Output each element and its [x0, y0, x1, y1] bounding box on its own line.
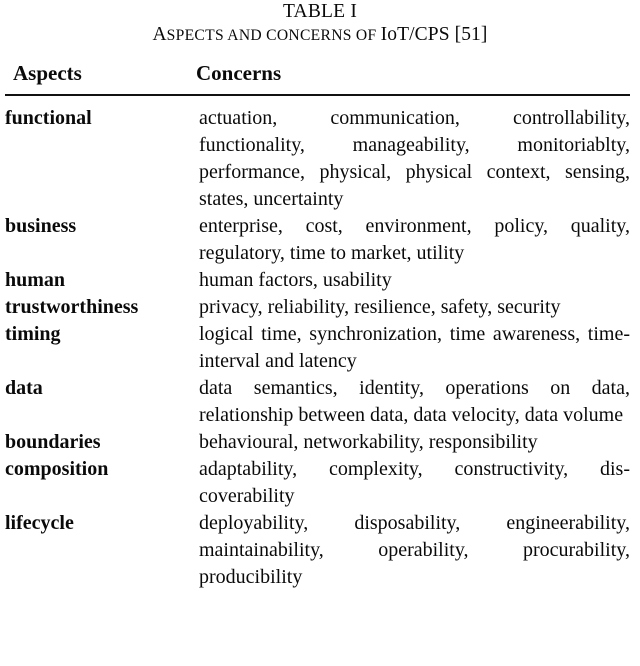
aspect-cell: boundaries — [5, 431, 101, 453]
table-number: TABLE I — [282, 1, 358, 22]
table-title-initial: A — [152, 24, 167, 45]
column-header-aspects: Aspects — [13, 61, 82, 85]
table-body: functional actuation, communication, con… — [5, 105, 630, 591]
concerns-cell: adaptability, complexity, constructivity… — [199, 456, 630, 510]
concerns-text: adaptability, complexity, constructivity… — [199, 458, 630, 507]
table-header-row: Aspects Concerns — [5, 60, 630, 94]
aspect-cell: composition — [5, 458, 109, 480]
table-row: human human factors, usability — [5, 267, 630, 294]
concerns-cell: privacy, reliability, resilience, safety… — [199, 294, 630, 321]
concerns-cell: actuation, communication, controllabilit… — [199, 105, 630, 213]
table-figure: TABLE I Aspects and concerns of IoT/CPS … — [0, 0, 640, 666]
table-row: functional actuation, communication, con… — [5, 105, 630, 213]
concerns-text: actuation, communication, controllabilit… — [199, 107, 630, 210]
aspect-cell: functional — [5, 107, 92, 129]
header-rule-gap — [5, 96, 630, 105]
concerns-text: behavioural, networkability, responsibil… — [199, 431, 538, 453]
concerns-text: human factors, usability — [199, 269, 392, 291]
table-row: business enterprise, cost, environment, … — [5, 213, 630, 267]
table-row: data data semantics, identity, operation… — [5, 375, 630, 429]
concerns-text: privacy, reliability, resilience, safety… — [199, 296, 561, 318]
table-row: boundaries behavioural, networkability, … — [5, 429, 630, 456]
concerns-text: enterprise, cost, environment, policy, q… — [199, 215, 630, 264]
concerns-text: data semantics, identity, operations on … — [199, 377, 630, 426]
concerns-cell: enterprise, cost, environment, policy, q… — [199, 213, 630, 267]
table-caption: TABLE I Aspects and concerns of IoT/CPS … — [0, 0, 640, 48]
aspect-cell: trustworthiness — [5, 296, 139, 318]
table-title: Aspects and concerns of IoT/CPS [51] — [0, 23, 640, 48]
concerns-cell: logical time, synchronization, time awar… — [199, 321, 630, 375]
concerns-cell: data semantics, identity, operations on … — [199, 375, 630, 429]
concerns-cell: behavioural, networkability, responsibil… — [199, 429, 630, 456]
aspect-cell: business — [5, 215, 77, 237]
aspect-cell: data — [5, 377, 43, 399]
concerns-cell: human factors, usability — [199, 267, 630, 294]
concerns-cell: deployability, disposability, engineerab… — [199, 510, 630, 591]
column-header-concerns: Concerns — [196, 61, 282, 85]
table-row: timing logical time, synchronization, ti… — [5, 321, 630, 375]
table-body-rows: functional actuation, communication, con… — [5, 105, 630, 591]
table-row: composition adaptability, complexity, co… — [5, 456, 630, 510]
aspects-concerns-table: Aspects Concerns functional actuation, c… — [5, 60, 630, 591]
table-row: trustworthiness privacy, reliability, re… — [5, 294, 630, 321]
table-title-smallcaps: spects and concerns of — [166, 27, 381, 44]
table-row: lifecycle deployability, disposability, … — [5, 510, 630, 591]
aspect-cell: timing — [5, 323, 61, 345]
table-title-acronym: IoT/CPS [51] — [380, 24, 488, 45]
aspect-cell: human — [5, 269, 66, 291]
aspect-cell: lifecycle — [5, 512, 74, 534]
concerns-text: logical time, synchronization, time awar… — [199, 323, 630, 372]
concerns-text: deployability, disposability, engineerab… — [199, 512, 630, 588]
